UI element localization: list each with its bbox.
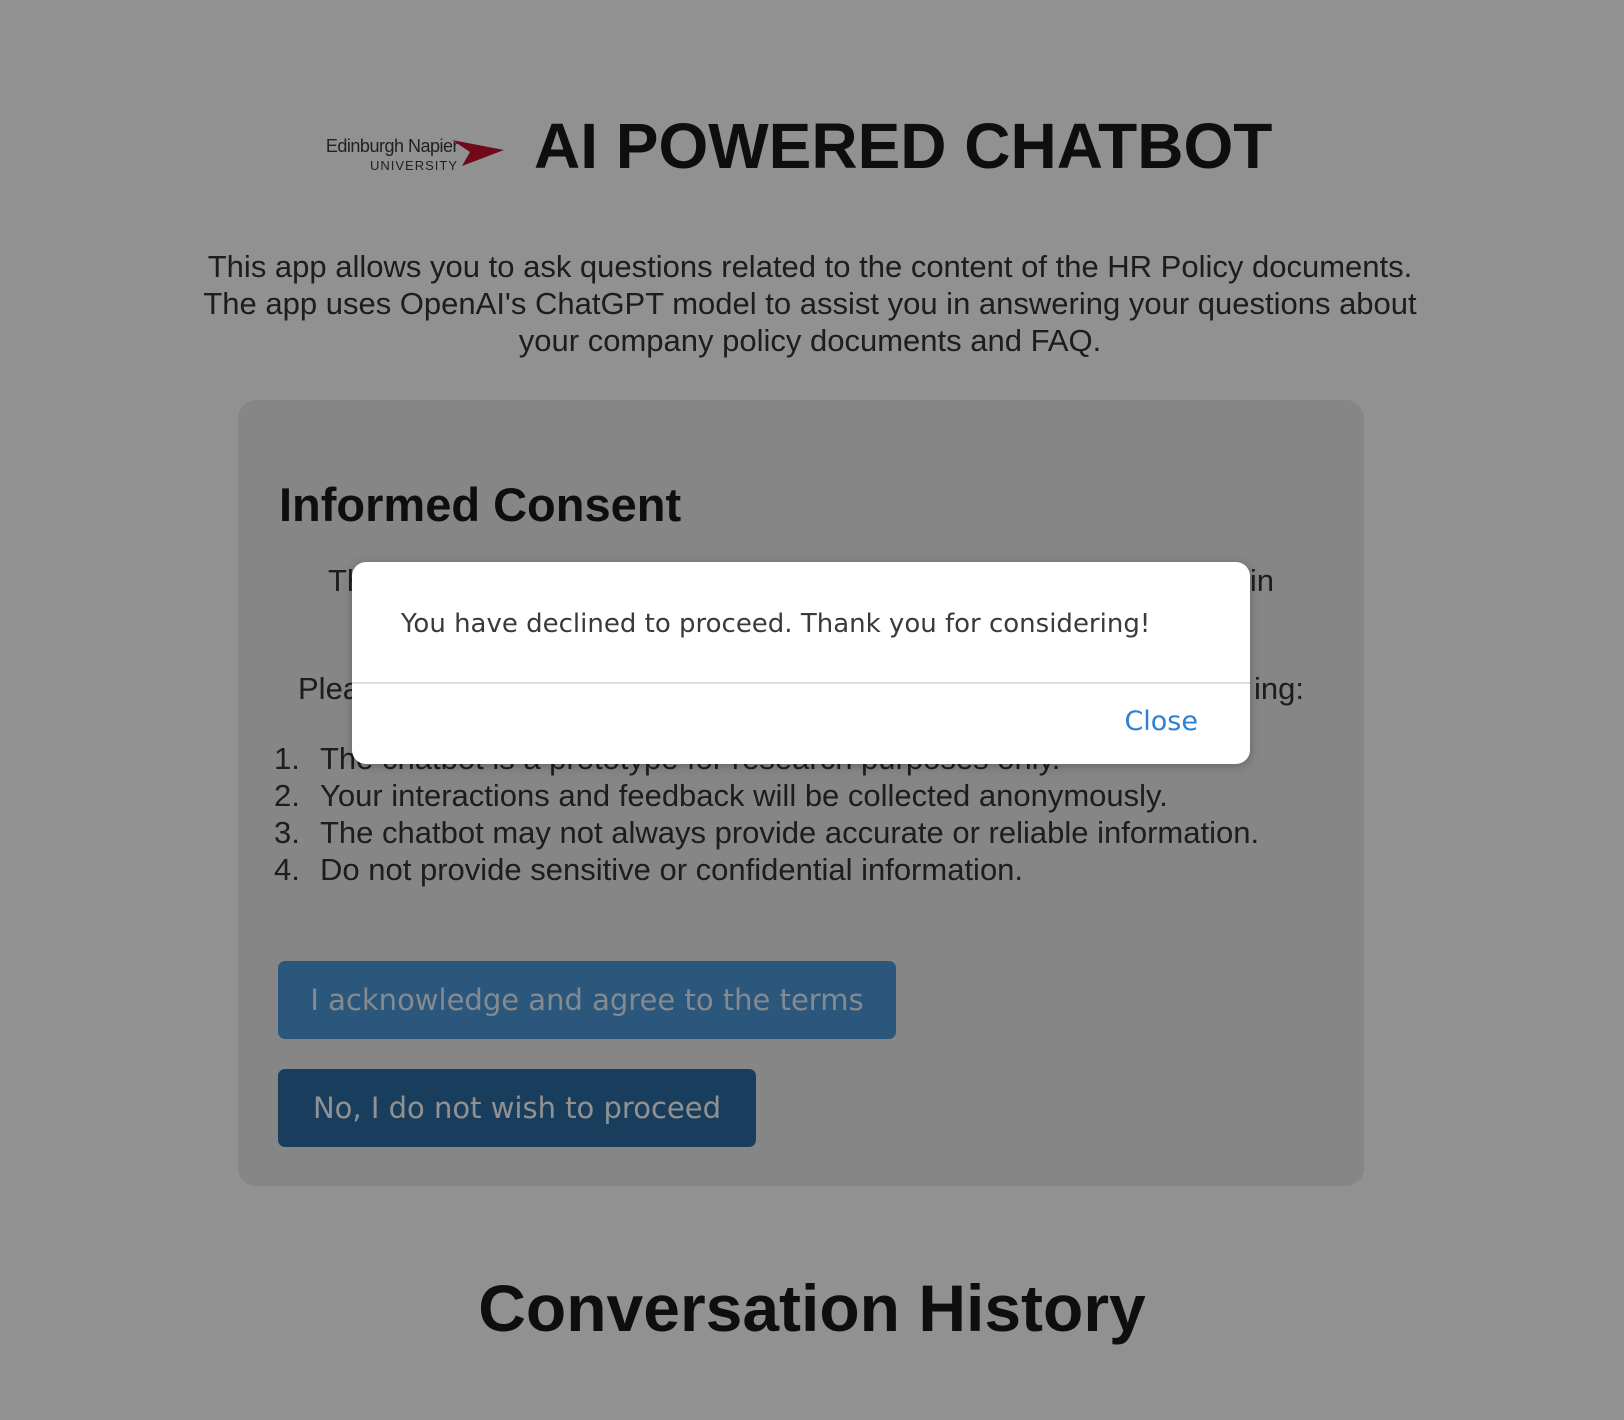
page: Edinburgh Napier UNIVERSITY AI POWERED C… (0, 0, 1624, 1420)
modal-close-button[interactable]: Close (1124, 702, 1198, 742)
modal-divider (352, 682, 1250, 684)
modal-message: You have declined to proceed. Thank you … (401, 609, 1151, 639)
decline-modal: You have declined to proceed. Thank you … (352, 562, 1250, 764)
